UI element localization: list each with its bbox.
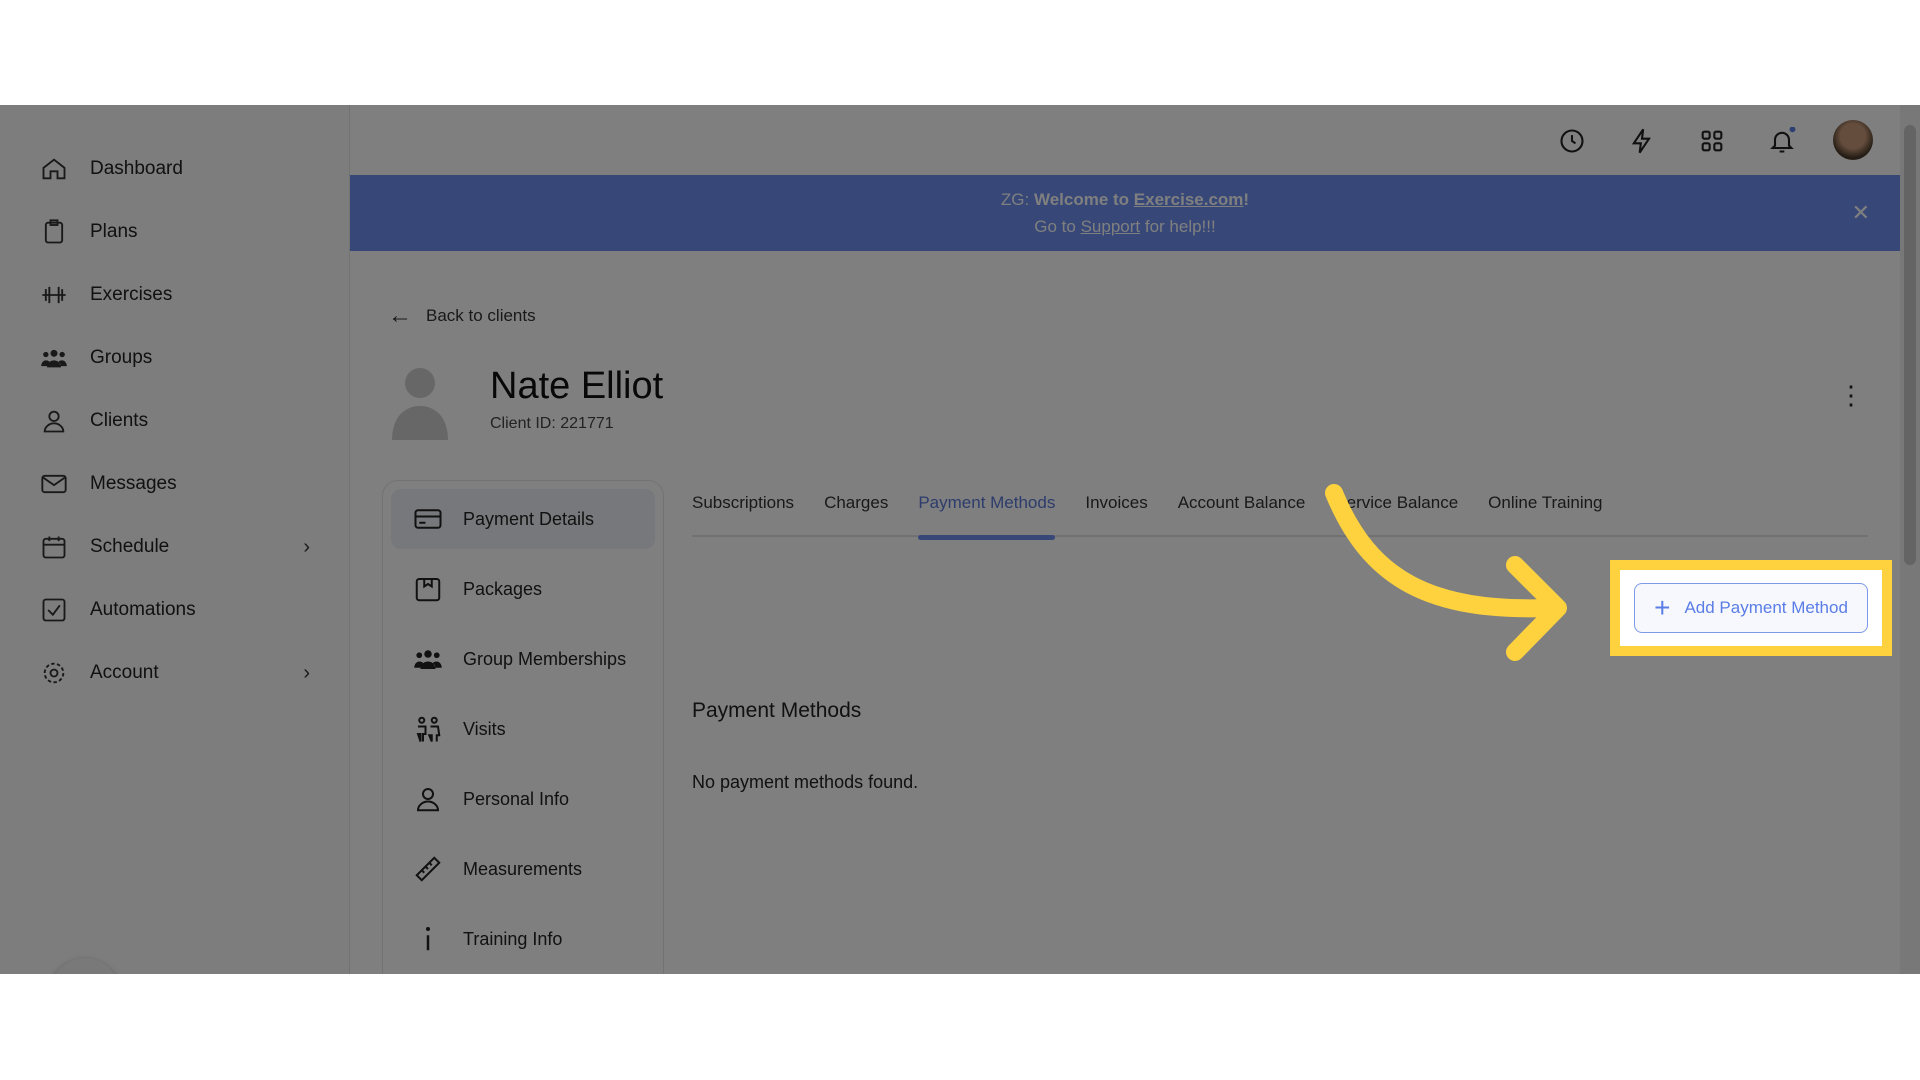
pointer-arrow-icon bbox=[1325, 484, 1567, 661]
